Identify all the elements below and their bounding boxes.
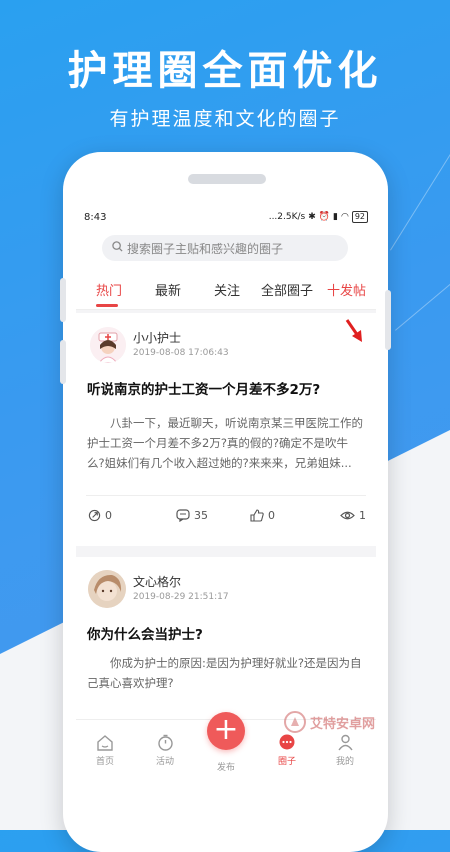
post-author[interactable]: 小小护士: [133, 329, 181, 346]
post-author[interactable]: 文心格尔: [133, 573, 181, 590]
nav-label: 我的: [335, 757, 354, 767]
view-stat: 1: [340, 509, 366, 522]
post-time: 2019-08-08 17:06:43: [133, 348, 229, 358]
comment-count: 35: [194, 509, 208, 522]
thumbs-up-icon: [250, 509, 264, 522]
network-speed: ...2.5K/s: [268, 212, 306, 222]
decorative-line: [390, 148, 450, 251]
status-icons: ...2.5K/s ✱ ⏰ ▮ ◠ 92: [269, 211, 368, 223]
nav-circles[interactable]: 圈子: [267, 734, 307, 767]
watermark-logo-icon: [284, 711, 306, 733]
post-excerpt: 八卦一下，最近聊天，听说南京某三甲医院工作的护士工资一个月差不多2万?真的假的?…: [87, 416, 363, 470]
search-icon: [112, 241, 123, 255]
search-placeholder: 搜索圈子主贴和感兴趣的圈子: [127, 241, 284, 256]
avatar[interactable]: [90, 327, 126, 363]
bluetooth-icon: ✱: [308, 212, 316, 222]
nav-label: 活动: [155, 757, 174, 767]
search-bar: 搜索圈子主贴和感兴趣的圈子: [76, 227, 376, 267]
nav-mine[interactable]: 我的: [325, 734, 365, 767]
watermark-text: 艾特安卓网: [310, 716, 376, 732]
tab-active-indicator: [96, 304, 118, 307]
alarm-icon: ⏰: [318, 212, 330, 222]
nav-activity[interactable]: 活动: [145, 734, 185, 767]
sim-icon: ▮: [333, 212, 338, 222]
plus-icon: +: [213, 712, 239, 747]
share-icon: [88, 509, 101, 522]
post-time: 2019-08-29 21:51:17: [133, 592, 229, 602]
tab-latest[interactable]: 最新: [155, 280, 181, 299]
promo-headline: 护理圈全面优化: [67, 48, 383, 94]
status-bar: 8:43 ...2.5K/s ✱ ⏰ ▮ ◠ 92: [76, 207, 376, 227]
comment-icon: [176, 509, 190, 522]
home-icon: [97, 735, 113, 751]
decorative-line: [395, 259, 450, 331]
watermark: 艾特安卓网: [284, 711, 375, 733]
post-excerpt: 你成为护士的原因:是因为护理好就业?还是因为自己真心喜欢护理?: [87, 656, 362, 690]
tab-all-circles[interactable]: 全部圈子: [261, 280, 313, 299]
wifi-icon: ◠: [340, 212, 349, 222]
phone-side-button: [60, 340, 66, 384]
nav-label: 首页: [95, 757, 114, 767]
person-icon: [337, 734, 353, 751]
phone-side-button: [60, 278, 66, 322]
divider: [86, 495, 366, 496]
nav-label: 圈子: [277, 757, 296, 767]
promo-subline: 有护理温度和文化的圈子: [109, 108, 341, 130]
comment-stat[interactable]: 35: [176, 509, 208, 522]
eye-icon: [340, 511, 355, 520]
tab-bar: 热门 最新 关注 全部圈子 十发帖: [76, 267, 376, 310]
timer-icon: [157, 734, 173, 751]
phone-speaker: [188, 174, 266, 184]
nav-label: 发布: [216, 763, 235, 773]
post-title[interactable]: 你为什么会当护士?: [87, 623, 203, 643]
avatar[interactable]: [88, 570, 126, 608]
post-card[interactable]: 小小护士 2019-08-08 17:06:43 听说南京的护士工资一个月差不多…: [76, 313, 376, 546]
status-time: 8:43: [84, 211, 107, 223]
post-button[interactable]: 十发帖: [327, 280, 366, 299]
share-count: 0: [105, 509, 112, 522]
phone-side-button: [385, 290, 391, 350]
post-title[interactable]: 听说南京的护士工资一个月差不多2万?: [87, 378, 320, 398]
chat-bubble-icon: [279, 734, 295, 750]
battery-icon: 92: [351, 211, 368, 223]
like-count: 0: [268, 509, 275, 522]
post-card[interactable]: 文心格尔 2019-08-29 21:51:17 你为什么会当护士? 你成为护士…: [76, 557, 376, 727]
red-arrow-icon: [344, 318, 366, 350]
tab-hot[interactable]: 热门: [96, 280, 122, 299]
tab-following[interactable]: 关注: [214, 280, 240, 299]
nav-home[interactable]: 首页: [85, 734, 125, 767]
share-stat[interactable]: 0: [88, 509, 112, 522]
publish-button[interactable]: +: [207, 712, 245, 750]
like-stat[interactable]: 0: [250, 509, 275, 522]
view-count: 1: [359, 509, 366, 522]
search-input[interactable]: 搜索圈子主贴和感兴趣的圈子: [102, 235, 348, 261]
